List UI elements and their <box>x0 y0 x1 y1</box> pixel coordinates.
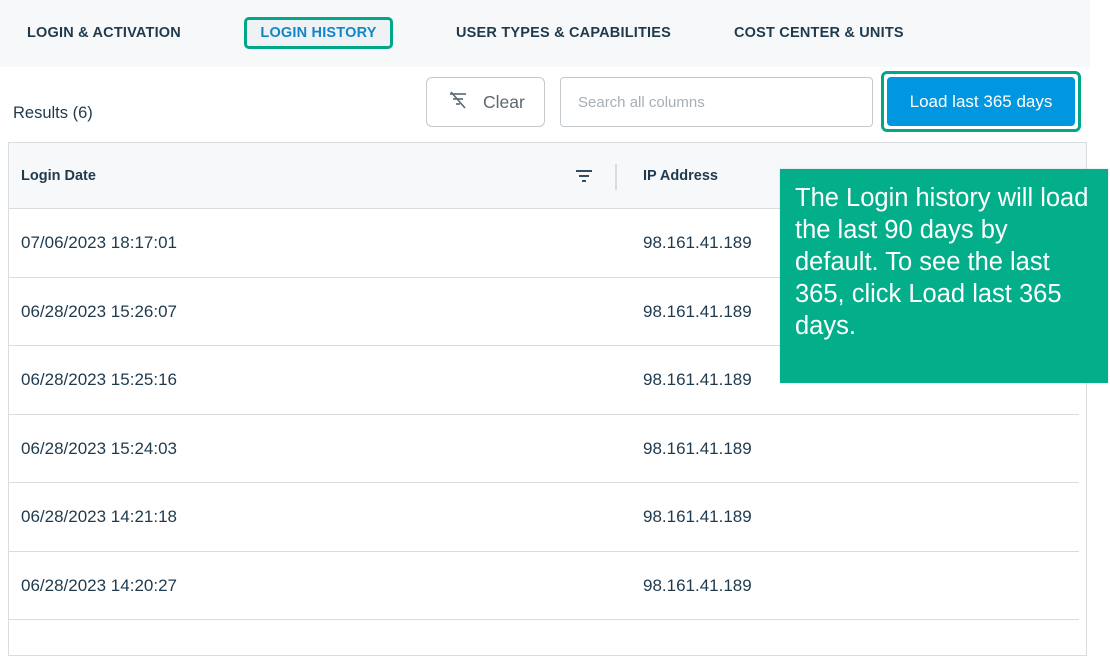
column-resize-handle[interactable] <box>615 164 617 190</box>
cell-login-date: 06/28/2023 15:26:07 <box>21 301 177 321</box>
clear-filters-button[interactable]: Clear <box>426 77 545 127</box>
cell-ip-address: 98.161.41.189 <box>643 507 752 526</box>
cell-login-date: 06/28/2023 14:20:27 <box>21 575 177 595</box>
cell-login-date: 07/06/2023 18:17:01 <box>21 233 177 252</box>
help-callout: The Login history will load the last 90 … <box>780 169 1108 383</box>
tab-login-history[interactable]: LOGIN HISTORY <box>244 17 393 49</box>
cell-ip-address: 98.161.41.189 <box>643 301 752 321</box>
cell-ip-address: 98.161.41.189 <box>643 370 752 389</box>
table-row[interactable]: 06/28/2023 15:24:03 98.161.41.189 <box>9 415 1079 483</box>
tab-user-types-capabilities[interactable]: USER TYPES & CAPABILITIES <box>456 17 671 49</box>
results-count: Results (6) <box>13 104 93 122</box>
cell-ip-address: 98.161.41.189 <box>643 438 752 458</box>
tab-bar: LOGIN & ACTIVATION LOGIN HISTORY USER TY… <box>0 0 1090 67</box>
search-all-columns-input[interactable] <box>560 77 873 127</box>
cell-ip-address: 98.161.41.189 <box>643 575 752 595</box>
column-header-ip-address[interactable]: IP Address <box>643 143 718 209</box>
cell-ip-address: 98.161.41.189 <box>643 233 752 252</box>
column-filter-icon[interactable] <box>575 168 593 184</box>
tab-cost-center-units[interactable]: COST CENTER & UNITS <box>734 17 904 49</box>
clear-button-label: Clear <box>483 91 525 112</box>
tab-login-activation[interactable]: LOGIN & ACTIVATION <box>27 17 181 49</box>
cell-login-date: 06/28/2023 15:25:16 <box>21 370 177 389</box>
filter-clear-icon <box>447 89 469 116</box>
table-row[interactable]: 06/28/2023 14:20:27 98.161.41.189 <box>9 552 1079 620</box>
load-last-365-days-button[interactable]: Load last 365 days <box>887 77 1075 126</box>
table-row[interactable]: 06/28/2023 14:21:18 98.161.41.189 <box>9 483 1079 552</box>
load-button-highlight: Load last 365 days <box>881 71 1081 132</box>
column-header-login-date[interactable]: Login Date <box>21 143 96 209</box>
cell-login-date: 06/28/2023 15:24:03 <box>21 438 177 458</box>
cell-login-date: 06/28/2023 14:21:18 <box>21 507 177 526</box>
